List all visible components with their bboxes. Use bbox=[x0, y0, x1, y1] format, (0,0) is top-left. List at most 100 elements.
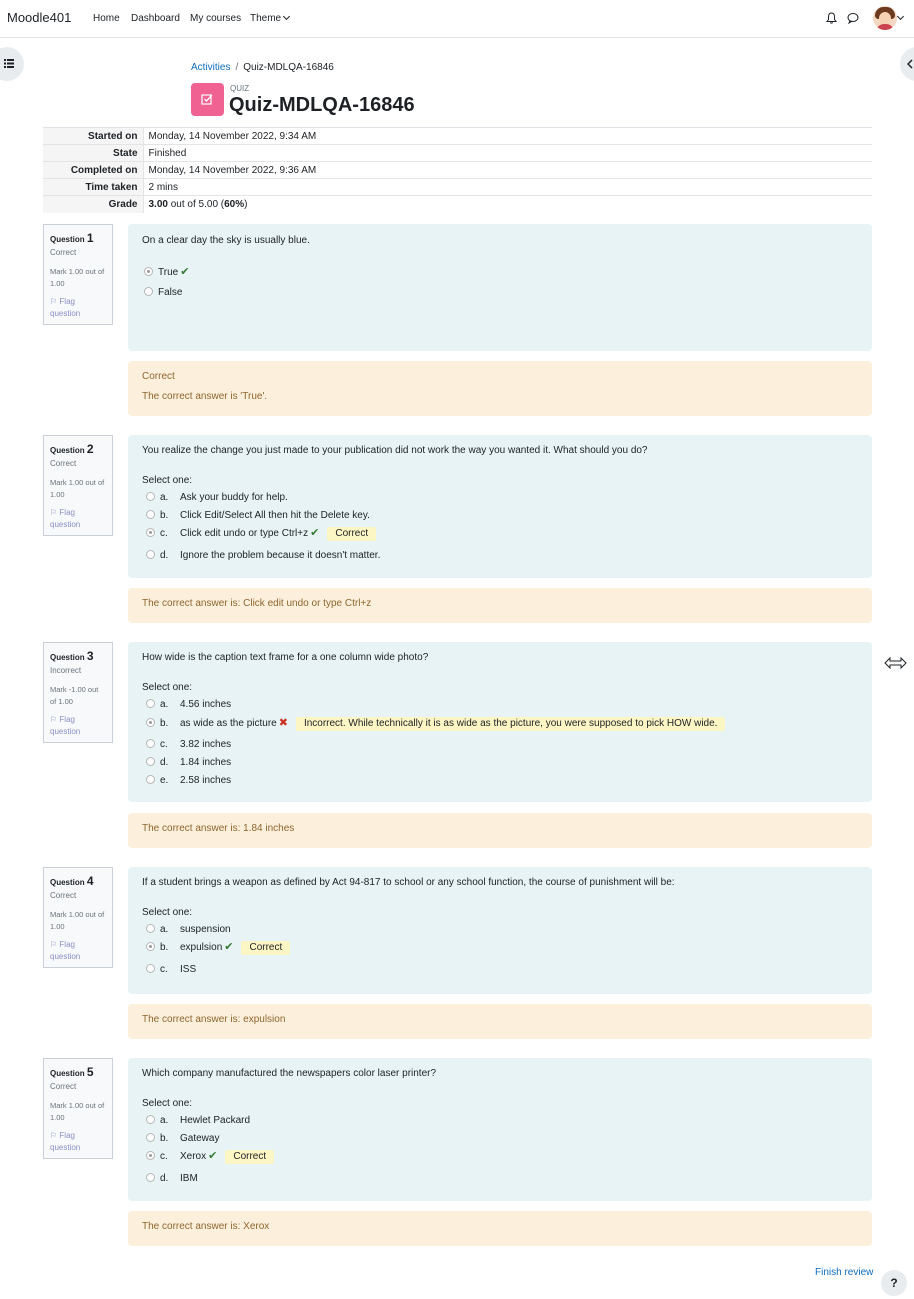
answer-option[interactable]: False bbox=[144, 286, 182, 300]
question-number: Question 3 bbox=[50, 649, 94, 663]
answer-option[interactable]: True ✔ bbox=[144, 265, 189, 279]
radio-button[interactable] bbox=[146, 964, 155, 973]
answer-option[interactable]: d. 1.84 inches bbox=[146, 756, 231, 770]
nav-theme[interactable]: Theme bbox=[250, 12, 291, 24]
user-avatar[interactable] bbox=[873, 6, 897, 30]
answer-feedback-badge: Incorrect. While technically it is as wi… bbox=[295, 717, 726, 731]
flag-icon: ⚐ bbox=[50, 715, 58, 724]
flag-question-link[interactable]: ⚐ Flag question bbox=[50, 714, 106, 738]
chat-icon[interactable] bbox=[847, 12, 859, 24]
radio-button[interactable] bbox=[146, 699, 155, 708]
course-index-toggle[interactable] bbox=[0, 47, 24, 81]
answer-option[interactable]: b. expulsion ✔ Correct bbox=[146, 940, 291, 955]
bell-icon[interactable] bbox=[826, 12, 837, 24]
block-drawer-toggle[interactable] bbox=[900, 47, 914, 81]
flag-question-link[interactable]: ⚐ Flag question bbox=[50, 507, 106, 531]
summary-label: Time taken bbox=[43, 178, 143, 196]
answer-option[interactable]: a. suspension bbox=[146, 923, 231, 937]
grade-value: 3.00 out of 5.00 (60%) bbox=[142, 195, 872, 213]
nav-my-courses[interactable]: My courses bbox=[190, 13, 241, 24]
radio-button[interactable] bbox=[146, 510, 155, 519]
summary-row: State Finished bbox=[43, 144, 872, 162]
summary-label: Completed on bbox=[43, 161, 143, 179]
flag-icon: ⚐ bbox=[50, 297, 58, 306]
answer-option[interactable]: d. IBM bbox=[146, 1172, 198, 1186]
radio-button[interactable] bbox=[146, 1173, 155, 1182]
radio-button[interactable] bbox=[146, 757, 155, 766]
answer-option[interactable]: b. Gateway bbox=[146, 1132, 219, 1146]
summary-row-grade: Grade 3.00 out of 5.00 (60%) bbox=[43, 195, 872, 213]
chevron-down-icon bbox=[283, 12, 291, 21]
radio-button[interactable] bbox=[146, 1115, 155, 1124]
resize-cursor-icon bbox=[884, 656, 907, 670]
radio-button[interactable] bbox=[146, 775, 155, 784]
answer-option[interactable]: b. as wide as the picture ✖ Incorrect. Whil… bbox=[146, 716, 726, 731]
quiz-icon bbox=[191, 83, 224, 116]
list-icon bbox=[4, 59, 14, 68]
radio-button[interactable] bbox=[146, 1133, 155, 1142]
help-button[interactable]: ? bbox=[881, 1270, 907, 1296]
answer-option[interactable]: c. Click edit undo or type Ctrl+z ✔ Correct bbox=[146, 526, 377, 541]
summary-label: Grade bbox=[43, 195, 143, 213]
select-prompt: Select one: bbox=[142, 682, 193, 693]
breadcrumb-activities[interactable]: Activities bbox=[191, 62, 230, 73]
question-state: Correct bbox=[50, 248, 77, 257]
answer-option[interactable]: a. Ask your buddy for help. bbox=[146, 491, 288, 505]
answer-option[interactable]: c. 3.82 inches bbox=[146, 738, 231, 752]
radio-button[interactable] bbox=[144, 287, 153, 296]
breadcrumb: Activities / Quiz-MDLQA-16846 bbox=[191, 62, 334, 73]
breadcrumb-current: Quiz-MDLQA-16846 bbox=[243, 62, 334, 73]
question-feedback: The correct answer is: expulsion bbox=[128, 1004, 872, 1039]
radio-button[interactable] bbox=[146, 924, 155, 933]
page-title: Quiz-MDLQA-16846 bbox=[229, 94, 415, 116]
summary-label: Started on bbox=[43, 127, 143, 145]
flag-question-link[interactable]: ⚐ Flag question bbox=[50, 939, 106, 963]
flag-question-link[interactable]: ⚐ Flag question bbox=[50, 1130, 106, 1154]
radio-button[interactable] bbox=[146, 1151, 155, 1160]
question-text: Which company manufactured the newspaper… bbox=[142, 1068, 437, 1079]
question-number: Question 1 bbox=[50, 231, 94, 245]
answer-option[interactable]: a. 4.56 inches bbox=[146, 698, 231, 712]
radio-button[interactable] bbox=[144, 267, 153, 276]
answer-feedback-badge: Correct bbox=[327, 527, 377, 541]
question-number: Question 5 bbox=[50, 1065, 94, 1079]
feedback-text: Correct bbox=[142, 371, 175, 382]
user-menu-chevron-icon[interactable] bbox=[896, 12, 905, 21]
question-mark: Mark 1.00 out of 1.00 bbox=[50, 267, 105, 288]
question-content: If a student brings a weapon as defined … bbox=[128, 867, 872, 994]
answer-option[interactable]: b. Click Edit/Select All then hit the Del… bbox=[146, 509, 370, 523]
flag-icon: ⚐ bbox=[50, 508, 58, 517]
question-state: Correct bbox=[50, 459, 77, 468]
radio-button[interactable] bbox=[146, 528, 155, 537]
summary-label: State bbox=[43, 144, 143, 162]
select-prompt: Select one: bbox=[142, 1098, 193, 1109]
question-info: Question 3 Incorrect Mark -1.00 out of 1… bbox=[43, 642, 113, 743]
nav-dashboard[interactable]: Dashboard bbox=[131, 13, 180, 24]
radio-button[interactable] bbox=[146, 739, 155, 748]
nav-home[interactable]: Home bbox=[93, 13, 120, 24]
summary-value: 2 mins bbox=[142, 178, 872, 196]
answer-option[interactable]: e. 2.58 inches bbox=[146, 774, 231, 788]
question-mark: Mark 1.00 out of 1.00 bbox=[50, 1101, 105, 1122]
question-feedback: The correct answer is: Click edit undo o… bbox=[128, 588, 872, 623]
answer-option[interactable]: a. Hewlet Packard bbox=[146, 1114, 250, 1128]
radio-button[interactable] bbox=[146, 550, 155, 559]
breadcrumb-separator: / bbox=[235, 62, 239, 73]
question-text: You realize the change you just made to … bbox=[142, 445, 648, 456]
site-brand[interactable]: Moodle401 bbox=[7, 10, 71, 25]
answer-feedback-badge: Correct bbox=[241, 941, 291, 955]
question-mark: Mark -1.00 out of 1.00 bbox=[50, 685, 99, 706]
answer-option[interactable]: d. Ignore the problem because it doesn't … bbox=[146, 549, 380, 563]
check-icon: ✔ bbox=[208, 1150, 218, 1162]
answer-option[interactable]: c. Xerox ✔ Correct bbox=[146, 1149, 275, 1164]
summary-value: Monday, 14 November 2022, 9:36 AM bbox=[142, 161, 872, 179]
radio-button[interactable] bbox=[146, 492, 155, 501]
summary-row: Time taken 2 mins bbox=[43, 178, 872, 196]
answer-option[interactable]: c. ISS bbox=[146, 963, 196, 977]
flag-icon: ⚐ bbox=[50, 1131, 58, 1140]
radio-button[interactable] bbox=[146, 718, 155, 727]
radio-button[interactable] bbox=[146, 942, 155, 951]
flag-question-link[interactable]: ⚐ Flag question bbox=[50, 296, 106, 320]
finish-review-link[interactable]: Finish review bbox=[815, 1267, 873, 1278]
attempt-summary-table: Started on Monday, 14 November 2022, 9:34… bbox=[43, 127, 872, 213]
